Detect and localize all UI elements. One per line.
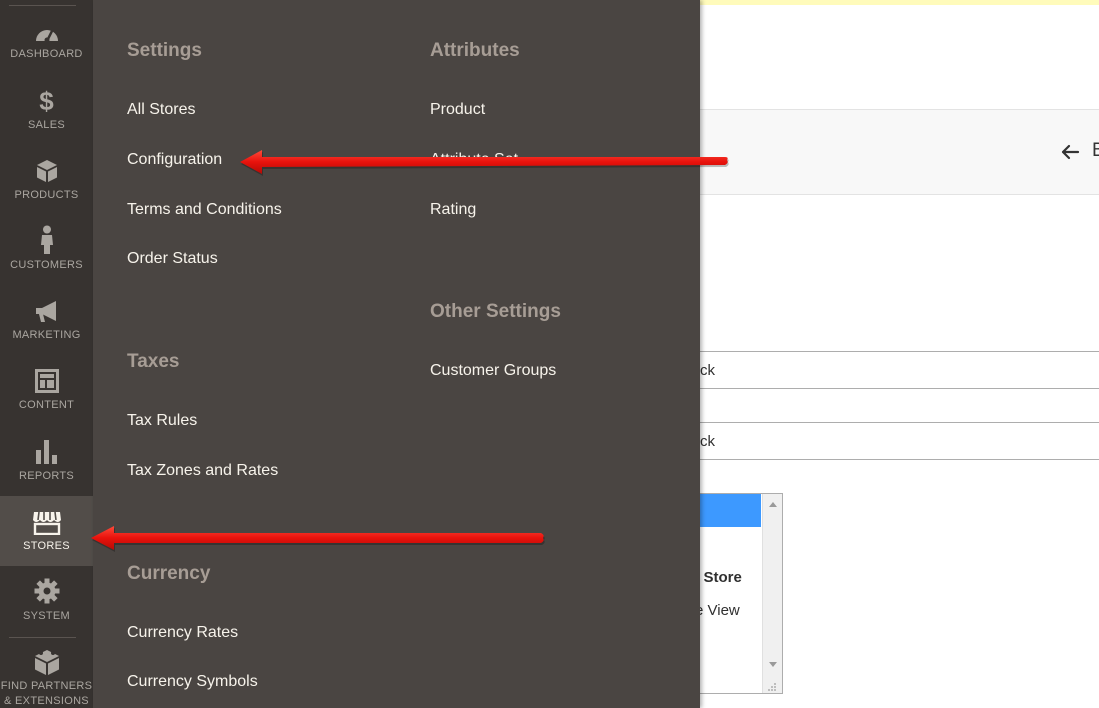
sidebar-item-label: CUSTOMERS [10,259,83,271]
section-title-taxes: Taxes [127,351,180,372]
back-button-label[interactable]: B [1092,140,1099,162]
megaphone-icon [35,301,56,322]
notice-bar [700,0,1099,5]
section-title-settings: Settings [127,40,202,61]
sidebar-item-find-partners[interactable]: FIND PARTNERS & EXTENSIONS [0,640,93,708]
section-title-currency: Currency [127,563,211,584]
sidebar-item-products[interactable]: PRODUCTS [0,150,93,220]
menu-link-product[interactable]: Product [430,101,485,119]
menu-link-configuration[interactable]: Configuration [127,151,222,169]
sidebar-item-reports[interactable]: REPORTS [0,430,93,500]
text-field-1[interactable]: ck [700,351,1099,389]
dollar-icon: $ [39,86,54,116]
box-icon [36,160,57,182]
listbox-scrollbar[interactable] [762,494,782,693]
resize-grip-icon[interactable] [767,682,777,692]
sidebar-item-label: DASHBOARD [10,48,83,60]
sidebar-item-sales[interactable]: $ SALES [0,80,93,150]
page-header [700,109,1099,195]
listbox-option-view[interactable]: e View [695,602,740,619]
text-field-2[interactable]: ck [700,422,1099,460]
scroll-down-icon[interactable] [769,662,777,667]
gear-icon [34,578,59,604]
menu-link-rating[interactable]: Rating [430,201,476,219]
layout-icon [34,369,59,393]
sidebar-item-stores[interactable]: STORES [0,496,93,566]
menu-link-attribute-set[interactable]: Attribute Set [430,151,518,169]
sidebar-item-content[interactable]: CONTENT [0,360,93,430]
admin-sidebar: DASHBOARD $ SALES PRODUCTS CUSTOMERS MAR… [0,0,93,708]
storefront-icon [32,511,61,535]
menu-link-tax-rules[interactable]: Tax Rules [127,412,197,430]
scroll-up-icon[interactable] [769,502,777,507]
sidebar-item-label-line2: & EXTENSIONS [4,695,89,707]
bar-chart-icon [35,440,57,464]
sidebar-item-label: STORES [23,540,70,552]
listbox-selected-option[interactable] [700,494,761,527]
sidebar-divider [9,637,76,638]
sidebar-item-label: PRODUCTS [14,189,79,201]
sidebar-item-customers[interactable]: CUSTOMERS [0,220,93,290]
menu-link-tax-zones-and-rates[interactable]: Tax Zones and Rates [127,462,278,480]
person-icon [40,225,53,254]
sidebar-item-label-line1: FIND PARTNERS [0,680,93,692]
store-view-listbox[interactable] [700,493,783,694]
extensions-icon [34,650,59,675]
sidebar-item-label: MARKETING [12,329,81,341]
menu-link-currency-symbols[interactable]: Currency Symbols [127,673,258,691]
menu-link-order-status[interactable]: Order Status [127,250,218,268]
text-field-1-value: ck [700,362,715,379]
menu-link-customer-groups[interactable]: Customer Groups [430,362,556,380]
sidebar-item-label: SYSTEM [22,610,71,622]
sidebar-item-label: SALES [28,119,65,131]
dashboard-icon [35,30,58,43]
back-arrow-icon[interactable] [1059,141,1081,163]
sidebar-item-marketing[interactable]: MARKETING [0,290,93,360]
section-title-other-settings: Other Settings [430,301,561,322]
sidebar-item-system[interactable]: SYSTEM [0,570,93,640]
menu-link-currency-rates[interactable]: Currency Rates [127,624,238,642]
text-field-2-value: ck [700,433,715,450]
menu-link-all-stores[interactable]: All Stores [127,101,195,119]
menu-link-terms-and-conditions[interactable]: Terms and Conditions [127,201,282,219]
stores-flyout-menu: Settings All Stores Configuration Terms … [93,0,700,708]
sidebar-item-label: REPORTS [18,470,75,482]
sidebar-divider [9,5,76,6]
section-title-attributes: Attributes [430,40,520,61]
sidebar-item-dashboard[interactable]: DASHBOARD [0,10,93,80]
sidebar-item-label: CONTENT [18,399,75,411]
